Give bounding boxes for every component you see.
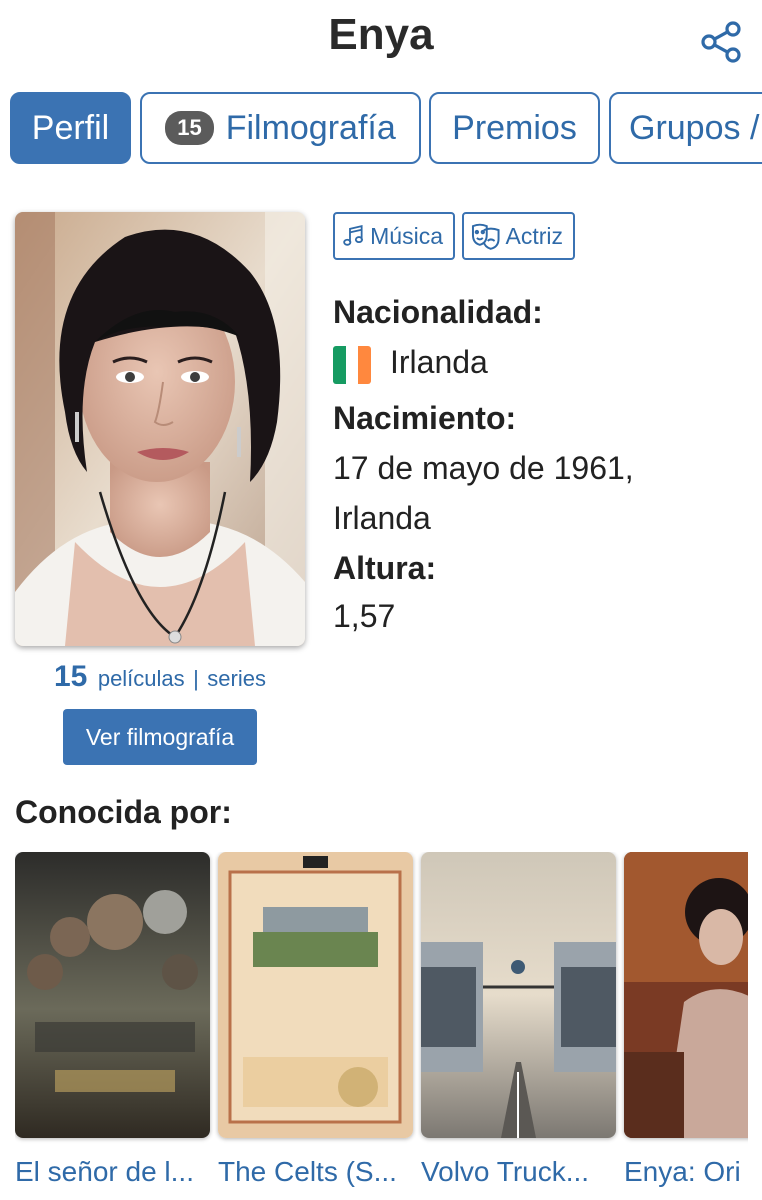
known-for-carousel[interactable]: El señor de l... The Celts (S... Volvo T… [15, 852, 748, 1200]
role-chip-music[interactable]: Música [333, 212, 455, 260]
poster-image[interactable] [624, 852, 748, 1138]
card-title[interactable]: The Celts (S... [218, 1156, 413, 1188]
tab-label: Filmografía [225, 108, 396, 147]
known-for-item[interactable]: Enya: Ori [624, 852, 748, 1188]
count-number: 15 [54, 660, 88, 693]
profile-photo [15, 212, 305, 646]
card-title[interactable]: Volvo Truck... [421, 1156, 616, 1188]
count-badge: 15 [165, 111, 214, 145]
theater-masks-icon [471, 223, 500, 250]
view-filmography-button[interactable]: Ver filmografía [63, 709, 257, 765]
known-for-item[interactable]: Volvo Truck... [421, 852, 616, 1188]
page-title: Enya [328, 10, 434, 59]
nationality-label: Nacionalidad: [333, 294, 543, 330]
poster-image[interactable] [218, 852, 413, 1138]
chip-label: Actriz [505, 222, 564, 249]
birth-label: Nacimiento: [333, 400, 517, 436]
tab-grupos[interactable]: Grupos / [609, 92, 762, 164]
tab-label: Perfil [31, 108, 110, 147]
known-for-item[interactable]: The Celts (S... [218, 852, 413, 1188]
count-separator: | [193, 666, 199, 691]
tab-label: Premios [452, 108, 577, 147]
known-for-heading: Conocida por: [15, 794, 232, 830]
share-icon[interactable] [698, 18, 746, 66]
series-link[interactable]: series [207, 666, 266, 691]
films-link[interactable]: películas [98, 666, 185, 691]
height-value: 1,57 [333, 598, 396, 634]
header-bar: Enya [0, 0, 762, 80]
tab-perfil[interactable]: Perfil [10, 92, 131, 164]
role-chip-actress[interactable]: Actriz [462, 212, 575, 260]
birth-place: Irlanda [333, 500, 431, 536]
poster-image[interactable] [15, 852, 210, 1138]
height-label: Altura: [333, 550, 437, 586]
tab-premios[interactable]: Premios [429, 92, 600, 164]
card-title[interactable]: Enya: Ori [624, 1156, 748, 1188]
chip-label: Música [370, 222, 443, 249]
poster-image[interactable] [421, 852, 616, 1138]
tab-filmografia[interactable]: 15 Filmografía [140, 92, 421, 164]
tab-label: Grupos / [629, 108, 760, 147]
ireland-flag-icon [333, 346, 371, 384]
birth-date: 17 de mayo de 1961, [333, 450, 634, 486]
tab-bar: Perfil 15 Filmografía Premios Grupos / [10, 92, 762, 164]
known-for-item[interactable]: El señor de l... [15, 852, 210, 1188]
card-title[interactable]: El señor de l... [15, 1156, 210, 1188]
credits-count: 15 películas | series [15, 660, 305, 694]
music-note-icon [343, 224, 363, 246]
nationality-value: Irlanda [390, 344, 488, 380]
